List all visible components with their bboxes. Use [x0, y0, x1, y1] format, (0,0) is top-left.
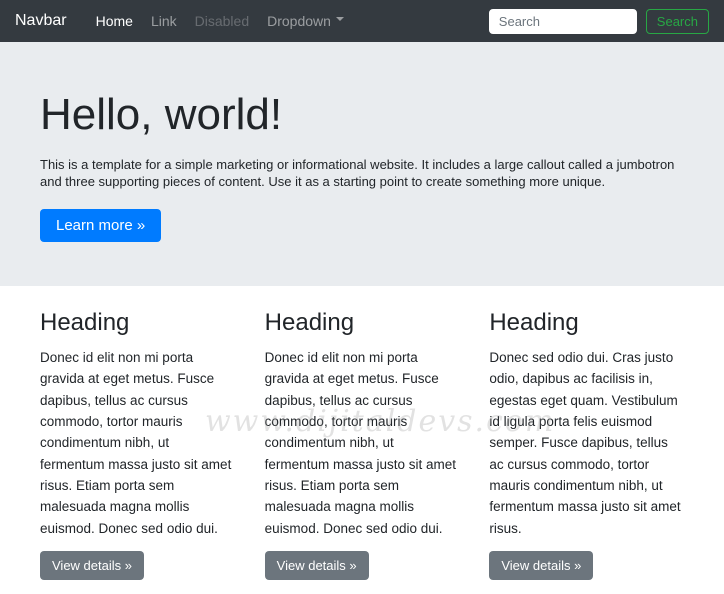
jumbotron-lead: This is a template for a simple marketin…: [40, 156, 675, 189]
column-heading: Heading: [264, 309, 355, 336]
view-details-button-2[interactable]: View details »: [264, 550, 369, 580]
jumbotron: Hello, world! This is a template for a s…: [0, 42, 724, 286]
view-details-button-1[interactable]: View details »: [40, 550, 144, 580]
content-row: Heading Donec id elit non mi porta gravi…: [25, 309, 699, 580]
jumbotron-title: Hello, world!: [40, 90, 283, 139]
learn-more-button[interactable]: Learn more »: [40, 208, 162, 242]
content: Heading Donec id elit non mi porta gravi…: [0, 309, 724, 594]
search-button[interactable]: Search: [645, 8, 709, 34]
caret-down-icon: [335, 17, 344, 25]
search-form: Search: [488, 8, 709, 34]
search-input[interactable]: [488, 8, 637, 34]
navbar: Navbar Home Link Disabled Dropdown Searc…: [0, 0, 724, 42]
column-text: Donec id elit non mi porta gravida at eg…: [40, 350, 232, 536]
column-heading: Heading: [40, 309, 130, 336]
dropdown-label: Dropdown: [267, 13, 331, 29]
content-column-2: Heading Donec id elit non mi porta gravi…: [250, 309, 475, 580]
content-column-1: Heading Donec id elit non mi porta gravi…: [25, 309, 250, 580]
nav-item-dropdown[interactable]: Dropdown: [258, 13, 353, 29]
page: Navbar Home Link Disabled Dropdown Searc…: [0, 0, 724, 594]
navbar-nav: Home Link Disabled Dropdown: [87, 13, 353, 29]
column-heading: Heading: [489, 309, 579, 336]
column-text: Donec id elit non mi porta gravida at eg…: [264, 350, 456, 536]
column-text: Donec sed odio dui. Cras justo odio, dap…: [489, 350, 681, 536]
nav-item-link[interactable]: Link: [142, 13, 186, 29]
nav-item-home[interactable]: Home: [87, 13, 142, 29]
content-column-3: Heading Donec sed odio dui. Cras justo o…: [474, 309, 699, 580]
nav-item-disabled: Disabled: [194, 13, 250, 29]
view-details-button-3[interactable]: View details »: [489, 550, 594, 580]
navbar-brand[interactable]: Navbar: [15, 12, 67, 30]
